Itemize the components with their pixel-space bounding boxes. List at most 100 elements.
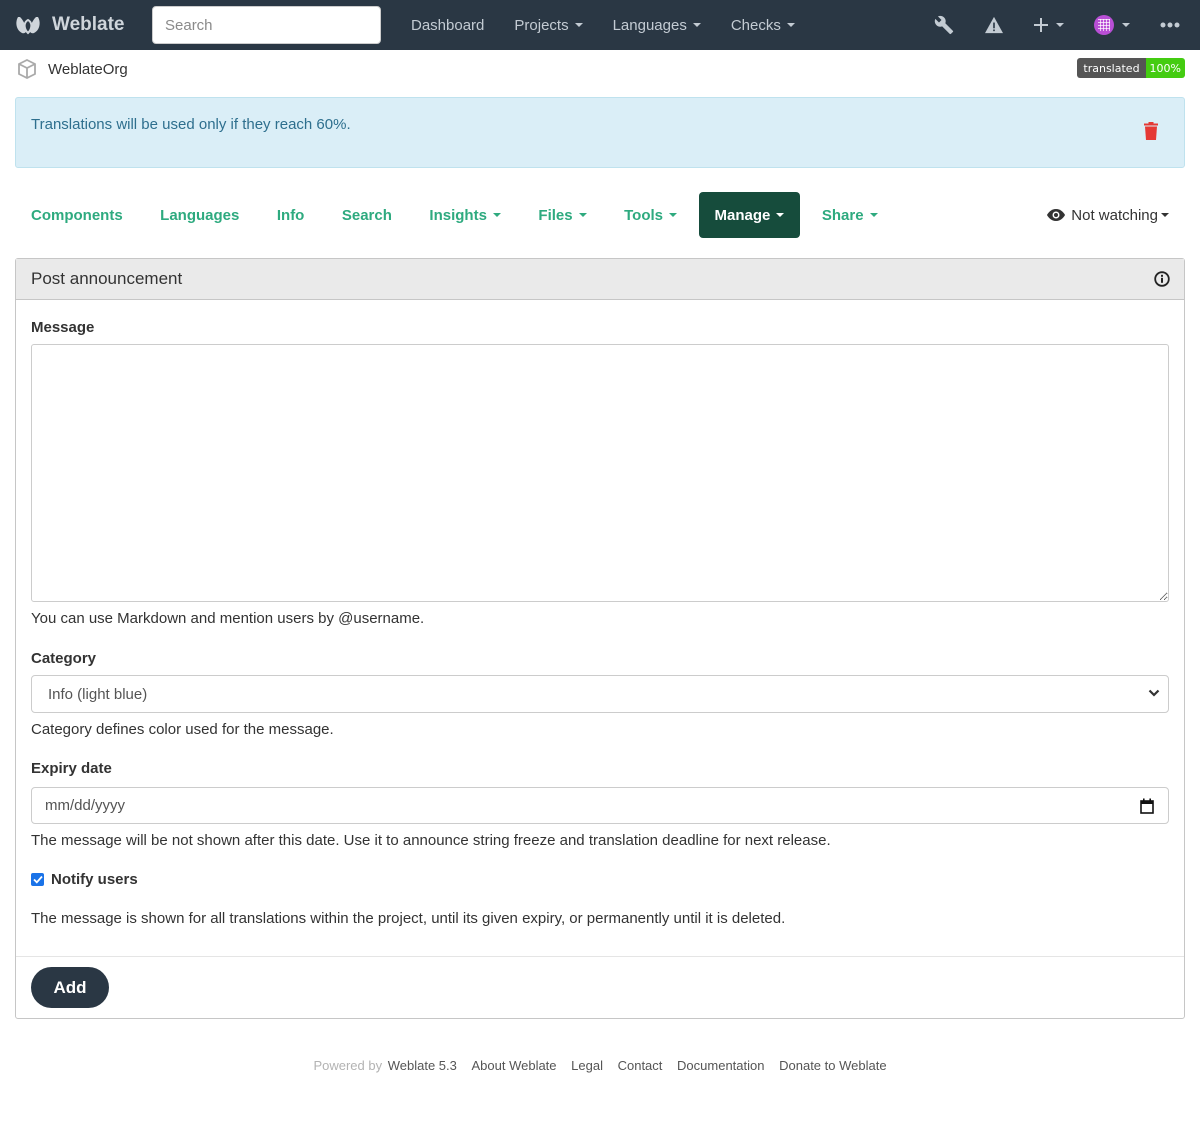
tab-label: Files bbox=[538, 206, 573, 224]
expiry-label: Expiry date bbox=[31, 760, 112, 777]
caret-down-icon bbox=[669, 213, 677, 217]
powered-by-text: Powered by bbox=[313, 1058, 383, 1073]
page-footer: Powered by Weblate 5.3 About Weblate Leg… bbox=[0, 1058, 1200, 1073]
nav-right-menu bbox=[924, 0, 1200, 50]
tab-label: Tools bbox=[624, 206, 663, 224]
checkmark-icon bbox=[32, 875, 43, 884]
footer-link-documentation[interactable]: Documentation bbox=[677, 1058, 764, 1073]
caret-down-icon bbox=[776, 213, 785, 217]
panel-footer-divider bbox=[16, 956, 1184, 957]
tab-label: Search bbox=[341, 206, 392, 224]
footer-link-donate[interactable]: Donate to Weblate bbox=[779, 1058, 886, 1073]
delete-announcement-button[interactable] bbox=[1144, 122, 1158, 144]
expiry-help: The message will be not shown after this… bbox=[31, 832, 831, 849]
nav-checks[interactable]: Checks bbox=[716, 0, 810, 50]
panel-heading: Post announcement bbox=[16, 259, 1184, 300]
notify-users-label[interactable]: Notify users bbox=[51, 871, 138, 888]
category-selected-value: Info (light blue) bbox=[48, 685, 148, 703]
tab-share[interactable]: Share bbox=[806, 192, 894, 238]
panel-title: Post announcement bbox=[31, 269, 183, 288]
alerts-button[interactable] bbox=[969, 0, 1019, 50]
tab-search[interactable]: Search bbox=[326, 192, 408, 238]
category-label: Category bbox=[31, 650, 97, 667]
chevron-down-icon bbox=[1148, 689, 1160, 697]
nav-projects[interactable]: Projects bbox=[499, 0, 597, 50]
post-announcement-panel: Post announcement Message You can use Ma… bbox=[15, 258, 1185, 1019]
brand-name: Weblate bbox=[52, 14, 125, 35]
announcement-alert: Translations will be used only if they r… bbox=[15, 97, 1185, 168]
footer-link-weblate-version[interactable]: Weblate 5.3 bbox=[388, 1058, 457, 1073]
caret-down-icon bbox=[1056, 23, 1064, 27]
tab-label: Info bbox=[276, 206, 305, 224]
tab-label: Share bbox=[821, 206, 864, 224]
user-menu-button[interactable] bbox=[1079, 0, 1145, 50]
message-help: You can use Markdown and mention users b… bbox=[31, 610, 425, 627]
expiry-placeholder: mm/dd/yyyy bbox=[45, 797, 126, 814]
tab-components[interactable]: Components bbox=[15, 192, 139, 238]
top-navbar: Weblate Dashboard Projects Languages Che… bbox=[0, 0, 1200, 50]
more-menu-button[interactable] bbox=[1145, 0, 1200, 50]
tab-info[interactable]: Info bbox=[261, 192, 321, 238]
footer-link-contact[interactable]: Contact bbox=[618, 1058, 663, 1073]
nav-checks-label: Checks bbox=[730, 16, 781, 34]
watch-dropdown[interactable]: Not watching bbox=[1047, 192, 1169, 238]
calendar-icon[interactable] bbox=[1140, 798, 1154, 814]
caret-down-icon bbox=[578, 213, 587, 217]
breadcrumb: WeblateOrg bbox=[16, 58, 128, 80]
caret-down-icon bbox=[1122, 23, 1130, 27]
eye-icon bbox=[1047, 209, 1066, 221]
caret-down-icon bbox=[1161, 213, 1169, 217]
nav-projects-label: Projects bbox=[514, 16, 569, 34]
watch-label: Not watching bbox=[1071, 206, 1158, 224]
weblate-logo-icon bbox=[16, 17, 40, 35]
message-textarea[interactable] bbox=[31, 344, 1169, 602]
notify-users-row: Notify users bbox=[31, 871, 138, 888]
add-button[interactable]: Add bbox=[31, 967, 109, 1008]
brand-link[interactable]: Weblate bbox=[14, 11, 125, 39]
alert-text: Translations will be used only if they r… bbox=[31, 116, 351, 133]
footer-link-about[interactable]: About Weblate bbox=[471, 1058, 556, 1073]
announcement-note: The message is shown for all translation… bbox=[31, 910, 786, 927]
add-menu-button[interactable] bbox=[1019, 0, 1079, 50]
trash-icon bbox=[1144, 122, 1158, 140]
documentation-link[interactable] bbox=[1154, 271, 1170, 291]
badge-label: translated bbox=[1077, 58, 1146, 78]
tab-languages[interactable]: Languages bbox=[144, 192, 255, 238]
nav-menu: Dashboard Projects Languages Checks bbox=[396, 0, 810, 50]
message-label: Message bbox=[31, 319, 95, 336]
nav-languages-label: Languages bbox=[612, 16, 687, 34]
expiry-date-input[interactable]: mm/dd/yyyy bbox=[31, 787, 1169, 824]
project-tabs: Components Languages Info Search Insight… bbox=[15, 192, 899, 238]
nav-search-input[interactable] bbox=[152, 6, 381, 44]
wrench-icon bbox=[934, 15, 954, 35]
tab-files[interactable]: Files bbox=[522, 192, 602, 238]
info-icon bbox=[1154, 271, 1170, 287]
plus-icon bbox=[1034, 18, 1048, 32]
nav-dashboard[interactable]: Dashboard bbox=[396, 0, 499, 50]
notify-users-checkbox[interactable] bbox=[31, 873, 44, 886]
tab-insights[interactable]: Insights bbox=[413, 192, 517, 238]
category-help: Category defines color used for the mess… bbox=[31, 721, 334, 738]
warning-icon bbox=[985, 16, 1003, 34]
project-cube-icon bbox=[18, 58, 36, 80]
caret-down-icon bbox=[786, 23, 795, 27]
breadcrumb-project-link[interactable]: WeblateOrg bbox=[48, 61, 128, 78]
caret-down-icon bbox=[492, 213, 501, 217]
caret-down-icon bbox=[869, 213, 878, 217]
footer-link-legal[interactable]: Legal bbox=[571, 1058, 603, 1073]
caret-down-icon bbox=[574, 23, 583, 27]
tab-label: Components bbox=[31, 206, 123, 224]
category-select[interactable]: Info (light blue) bbox=[31, 675, 1169, 713]
translation-status-badge[interactable]: translated 100% bbox=[1077, 58, 1185, 78]
breadcrumb-bar: WeblateOrg translated 100% bbox=[0, 50, 1200, 88]
nav-languages[interactable]: Languages bbox=[598, 0, 716, 50]
more-icon bbox=[1160, 22, 1180, 28]
tab-label: Insights bbox=[429, 206, 487, 224]
caret-down-icon bbox=[692, 23, 701, 27]
tab-tools[interactable]: Tools bbox=[608, 192, 693, 238]
tab-label: Languages bbox=[160, 206, 240, 224]
avatar bbox=[1094, 15, 1114, 35]
manage-button[interactable] bbox=[924, 0, 969, 50]
tab-manage[interactable]: Manage bbox=[698, 192, 801, 238]
badge-value: 100% bbox=[1145, 58, 1185, 78]
